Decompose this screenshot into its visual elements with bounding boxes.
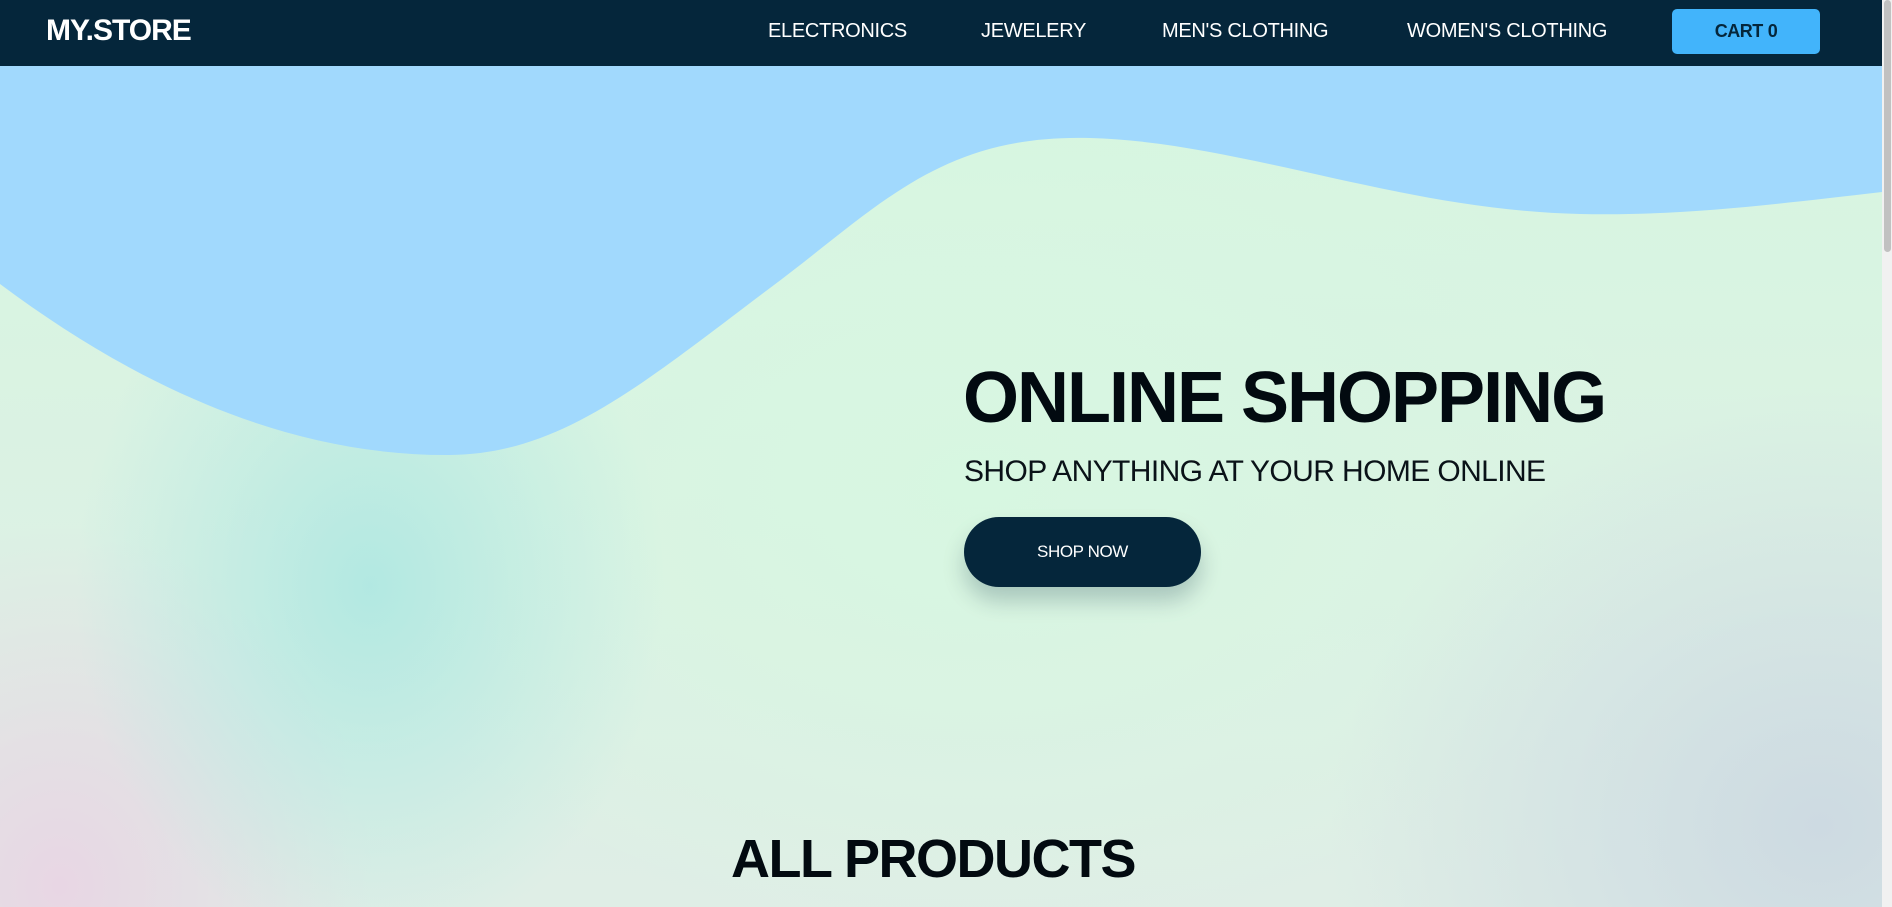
cart-count: 0 [1767,21,1778,41]
top-navbar: MY.STORE ELECTRONICS JEWELERY MEN'S CLOT… [0,0,1882,66]
cart-button[interactable]: CART 0 [1672,9,1820,54]
hero-section: ONLINE SHOPPING SHOP ANYTHING AT YOUR HO… [0,66,1882,907]
nav-link-mens-clothing[interactable]: MEN'S CLOTHING [1162,19,1329,43]
shop-now-button[interactable]: SHOP NOW [964,517,1201,587]
hero-subtitle: SHOP ANYTHING AT YOUR HOME ONLINE [964,455,1546,488]
hero-title: ONLINE SHOPPING [963,358,1607,438]
nav-link-womens-clothing[interactable]: WOMEN'S CLOTHING [1407,19,1607,43]
nav-link-electronics[interactable]: ELECTRONICS [768,19,907,43]
nav-link-jewelery[interactable]: JEWELERY [981,19,1086,43]
all-products-heading: ALL PRODUCTS [730,829,1137,889]
scrollbar-thumb[interactable] [1884,0,1891,252]
brand-logo[interactable]: MY.STORE [46,14,192,48]
cart-label: CART [1714,21,1764,41]
page-scrollbar[interactable] [1882,0,1892,907]
store-page: MY.STORE ELECTRONICS JEWELERY MEN'S CLOT… [0,0,1892,907]
